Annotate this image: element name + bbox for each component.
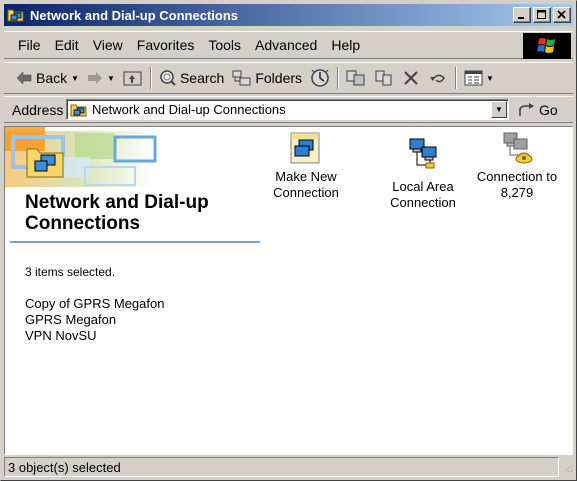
up-folder-icon — [123, 71, 142, 86]
search-icon — [160, 70, 176, 86]
folder-view[interactable]: Network and Dial-up Connections 3 items … — [4, 126, 573, 455]
icon-label: Make New Connection — [273, 169, 339, 200]
status-text: 3 object(s) selected — [4, 457, 559, 477]
address-input[interactable]: Network and Dial-up Connections ▼ — [66, 99, 509, 120]
back-arrow-icon — [16, 71, 32, 85]
menu-edit[interactable]: Edit — [48, 35, 86, 55]
go-label: Go — [539, 102, 558, 118]
move-to-icon — [346, 70, 365, 86]
standard-toolbar: Back ▼ ▼ Search Folders ▼ — [4, 62, 573, 94]
list-item: VPN NovSU — [25, 328, 97, 343]
menu-view[interactable]: View — [86, 35, 130, 55]
back-dropdown-icon[interactable]: ▼ — [71, 74, 79, 83]
toolbar-separator — [337, 67, 340, 89]
copy-to-button[interactable] — [370, 66, 398, 90]
make-new-connection-icon — [289, 131, 323, 165]
network-folder-icon — [7, 7, 25, 23]
maximize-button[interactable] — [533, 7, 551, 23]
menu-file[interactable]: File — [11, 35, 48, 55]
title-bar[interactable]: Network and Dial-up Connections — [4, 4, 573, 26]
maximize-icon — [537, 10, 546, 19]
minimize-button[interactable] — [513, 7, 531, 23]
list-item: Copy of GPRS Megafon — [25, 296, 165, 311]
selection-count: 3 items selected. — [25, 265, 116, 279]
menu-favorites[interactable]: Favorites — [130, 35, 202, 55]
toolbar-separator — [455, 67, 458, 89]
close-icon — [557, 10, 566, 19]
dialup-connection-item[interactable]: Connection to 8,279 — [469, 131, 565, 201]
local-area-connection-item[interactable]: Local Area Connection — [375, 137, 471, 211]
minimize-icon — [518, 17, 524, 19]
status-bar: 3 object(s) selected — [4, 457, 573, 478]
address-value: Network and Dial-up Connections — [92, 102, 286, 117]
local-area-connection-icon — [406, 137, 440, 171]
folders-icon — [232, 70, 251, 86]
views-icon — [464, 70, 483, 86]
address-bar: Address Network and Dial-up Connections … — [4, 96, 573, 123]
heading-divider — [10, 241, 260, 243]
page-title: Network and Dial-up Connections — [25, 192, 209, 234]
back-label: Back — [36, 70, 68, 86]
views-dropdown-icon[interactable]: ▼ — [486, 74, 494, 83]
windows-flag-icon — [523, 33, 571, 59]
back-button[interactable]: Back ▼ — [12, 66, 83, 90]
folders-label: Folders — [255, 70, 303, 86]
network-folder-icon — [70, 102, 88, 118]
toolbar-separator — [149, 67, 152, 89]
up-button[interactable] — [119, 66, 147, 90]
icon-label: Local Area Connection — [390, 179, 456, 210]
selected-items-list: Copy of GPRS Megafon GPRS Megafon VPN No… — [25, 296, 164, 344]
chevron-down-icon: ▼ — [495, 105, 503, 114]
move-to-button[interactable] — [342, 66, 370, 90]
forward-dropdown-icon[interactable]: ▼ — [107, 74, 115, 83]
address-dropdown-button[interactable]: ▼ — [491, 101, 507, 118]
menu-tools[interactable]: Tools — [201, 35, 248, 55]
history-icon — [311, 69, 329, 87]
menu-bar: File Edit View Favorites Tools Advanced … — [4, 31, 573, 59]
banner-decoration — [5, 127, 157, 187]
resize-grip-icon[interactable] — [559, 457, 573, 477]
make-new-connection-item[interactable]: Make New Connection — [258, 131, 354, 201]
delete-button[interactable] — [398, 66, 424, 90]
folders-button[interactable]: Folders — [228, 66, 306, 90]
undo-icon — [430, 74, 445, 83]
go-button[interactable]: Go — [518, 100, 558, 120]
forward-button[interactable]: ▼ — [83, 66, 119, 90]
window-title: Network and Dial-up Connections — [30, 7, 239, 23]
icon-label: Connection to 8,279 — [476, 169, 558, 200]
views-button[interactable]: ▼ — [460, 66, 498, 90]
history-button[interactable] — [306, 66, 334, 90]
search-label: Search — [179, 70, 225, 86]
search-button[interactable]: Search — [155, 66, 228, 90]
list-item: GPRS Megafon — [25, 312, 117, 327]
menu-help[interactable]: Help — [324, 35, 367, 55]
undo-button[interactable] — [424, 66, 452, 90]
forward-arrow-icon — [88, 72, 103, 84]
dialup-connection-icon — [500, 131, 534, 165]
explorer-window: Network and Dial-up Connections File Edi… — [0, 0, 577, 481]
delete-icon — [404, 71, 418, 85]
copy-to-icon — [375, 70, 392, 86]
go-arrow-icon — [519, 103, 534, 116]
address-label: Address — [12, 101, 64, 118]
close-button[interactable] — [553, 7, 571, 23]
menu-advanced[interactable]: Advanced — [248, 35, 324, 55]
